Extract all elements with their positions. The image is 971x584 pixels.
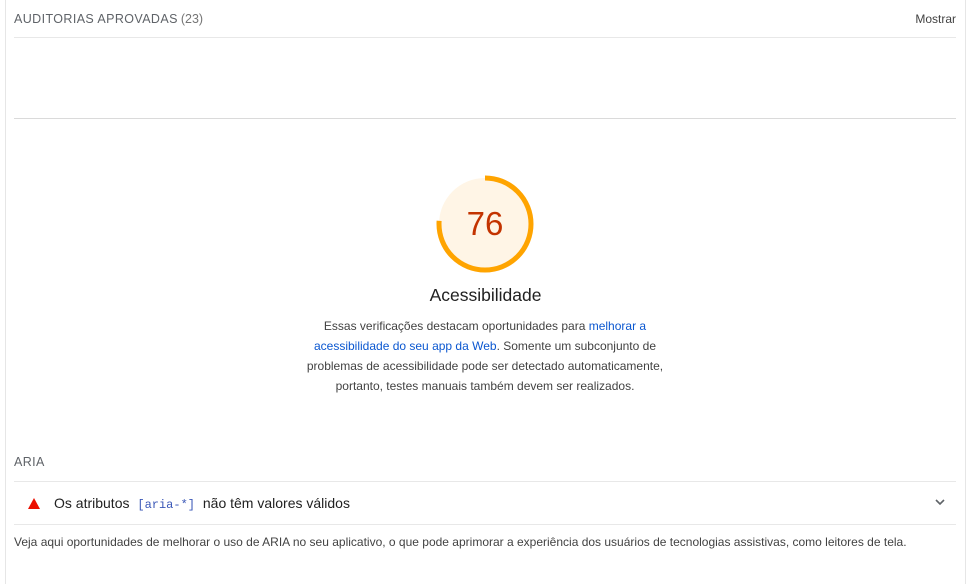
show-passed-audits-button[interactable]: Mostrar bbox=[915, 12, 956, 26]
passed-audits-label: AUDITORIAS APROVADAS bbox=[14, 11, 178, 26]
audit-title: Os atributos [aria-*] não têm valores vá… bbox=[54, 495, 350, 512]
passed-audits-count: (23) bbox=[180, 11, 204, 26]
audit-code: [aria-*] bbox=[137, 497, 195, 512]
passed-audits-header[interactable]: AUDITORIAS APROVADAS (23) Mostrar bbox=[14, 0, 956, 38]
group-title: ARIA bbox=[14, 455, 45, 469]
audit-title-end: não têm valores válidos bbox=[202, 494, 350, 511]
fail-triangle-icon bbox=[28, 497, 40, 509]
category-divider bbox=[14, 118, 956, 119]
audit-row-aria-valid-attr-value[interactable]: Os atributos [aria-*] não têm valores vá… bbox=[14, 481, 956, 525]
group-description: Veja aqui oportunidades de melhorar o us… bbox=[14, 535, 907, 549]
category-description-start: Essas verificações destacam oportunidade… bbox=[323, 319, 589, 333]
category-description: Essas verificações destacam oportunidade… bbox=[305, 316, 665, 396]
chevron-down-icon[interactable] bbox=[934, 496, 946, 508]
passed-audits-title: AUDITORIAS APROVADAS (23) bbox=[14, 12, 203, 26]
audit-title-start: Os atributos bbox=[54, 494, 130, 511]
score-value: 76 bbox=[466, 205, 504, 242]
score-gauge: 76 bbox=[435, 174, 535, 274]
category-title: Acessibilidade bbox=[429, 285, 542, 305]
